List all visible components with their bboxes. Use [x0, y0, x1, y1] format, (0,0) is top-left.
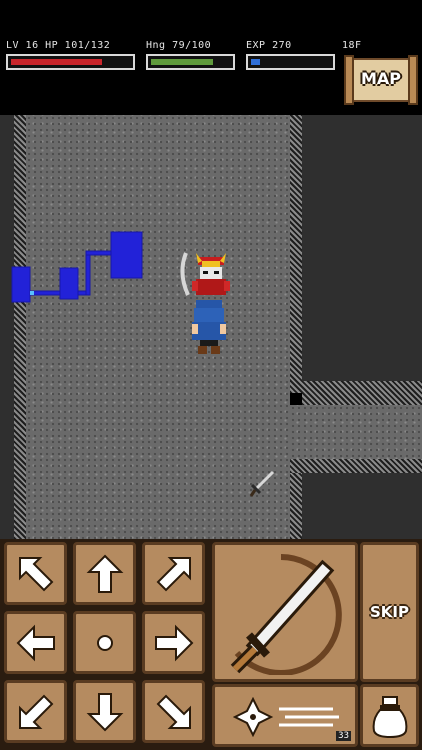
bag-icon	[372, 695, 407, 738]
exp-bar-fill	[251, 59, 261, 65]
arrow-up-right-icon	[156, 556, 191, 591]
arrow-up-left-icon	[18, 556, 53, 591]
move-up-left-button[interactable]	[4, 542, 67, 605]
throw-button[interactable]: 33	[212, 684, 358, 747]
arrow-left-icon	[16, 624, 55, 661]
dot-icon	[96, 634, 113, 651]
move-down-right-button[interactable]	[142, 680, 205, 743]
wait-button[interactable]	[73, 611, 136, 674]
throw-count: 33	[336, 731, 351, 741]
attack-button[interactable]	[212, 542, 358, 682]
map-button-label: MAP	[360, 69, 402, 88]
hunger-bar	[146, 54, 235, 70]
skip-button[interactable]: SKIP	[360, 542, 419, 682]
move-up-button[interactable]	[73, 542, 136, 605]
floor-number: 18F	[342, 40, 362, 51]
hp-bar	[6, 54, 135, 70]
arrow-up-icon	[86, 554, 123, 593]
hunger-text: Hng 79/100	[146, 40, 212, 51]
move-down-button[interactable]	[73, 680, 136, 743]
arrow-down-right-icon	[156, 694, 191, 729]
player-character[interactable]	[188, 298, 230, 356]
map-button[interactable]: MAP	[344, 55, 418, 105]
arrow-down-left-icon	[18, 694, 53, 729]
shuriken-icon	[233, 697, 339, 737]
hunger-bar-fill	[151, 59, 214, 65]
item-bag-button[interactable]	[360, 684, 419, 747]
exp-bar	[246, 54, 335, 70]
move-up-right-button[interactable]	[142, 542, 205, 605]
exp-text: EXP 270	[246, 40, 292, 51]
skip-button-label: SKIP	[369, 603, 409, 621]
move-down-left-button[interactable]	[4, 680, 67, 743]
dungeon-view[interactable]	[0, 115, 422, 539]
sword-item[interactable]	[248, 469, 276, 499]
sword-attack-icon	[230, 554, 342, 675]
hp-bar-fill	[11, 59, 103, 65]
level-hp-text: LV 16 HP 101/132	[6, 40, 111, 51]
status-hud: LV 16 HP 101/132 Hng 79/100 EXP 270 18F …	[0, 0, 422, 115]
move-left-button[interactable]	[4, 611, 67, 674]
arrow-down-icon	[86, 692, 123, 731]
control-panel: SKIP 33	[0, 539, 422, 750]
arrow-right-icon	[154, 624, 193, 661]
move-right-button[interactable]	[142, 611, 205, 674]
